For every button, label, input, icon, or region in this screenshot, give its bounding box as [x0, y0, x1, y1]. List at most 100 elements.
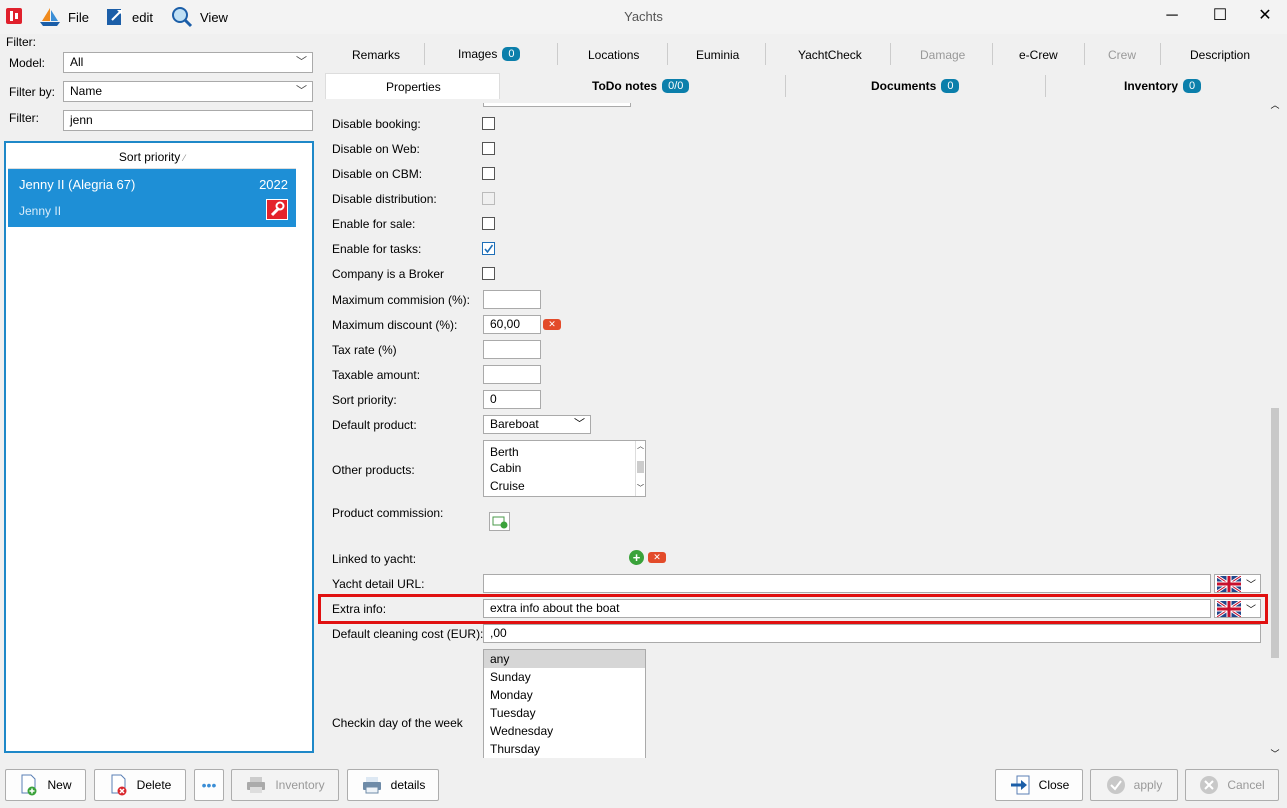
form-scrollbar[interactable]: ︿ ﹀ [1268, 98, 1282, 760]
scroll-thumb[interactable] [1271, 408, 1279, 658]
inventory-badge: 0 [1183, 79, 1202, 93]
disable-booking-checkbox[interactable] [482, 117, 495, 130]
tab-todo-label: ToDo notes [592, 79, 658, 93]
max-commission-label: Maximum commision (%): [332, 293, 471, 307]
model-label: Model: [9, 56, 46, 70]
disable-cbm-checkbox[interactable] [482, 167, 495, 180]
close-button-label: Close [1038, 778, 1070, 792]
detail-url-input[interactable] [483, 574, 1211, 593]
default-product-value: Bareboat [490, 417, 539, 431]
clear-link-icon[interactable]: ✕ [648, 552, 666, 563]
yacht-name: Jenny II (Alegria 67) [19, 177, 136, 192]
delete-document-icon [111, 774, 127, 796]
filter-label: Filter: [9, 111, 39, 125]
tab-documents[interactable]: Documents 0 [871, 76, 960, 96]
new-button[interactable]: New [5, 769, 86, 801]
cleaning-cost-label: Default cleaning cost (EUR): [332, 627, 484, 641]
close-button[interactable]: Close [995, 769, 1083, 801]
wrench-icon[interactable] [266, 199, 288, 220]
tab-properties[interactable]: Properties [386, 77, 441, 97]
new-button-label: New [47, 778, 72, 792]
more-options-button[interactable]: ••• [194, 769, 224, 801]
enable-sale-checkbox[interactable] [482, 217, 495, 230]
company-broker-checkbox[interactable] [482, 267, 495, 280]
tab-separator [1160, 43, 1161, 65]
list-item[interactable]: Thursday [484, 740, 645, 758]
tab-separator [557, 43, 558, 65]
add-commission-icon[interactable] [489, 512, 510, 531]
max-discount-input[interactable]: 60,00 [483, 315, 541, 334]
language-select-url[interactable]: ﹀ [1214, 574, 1261, 593]
sort-arrow-icon: ⁄ [183, 153, 186, 163]
model-select-value: All [70, 55, 84, 69]
delete-button[interactable]: Delete [94, 769, 186, 801]
list-item[interactable]: Wednesday [484, 722, 645, 740]
yacht-year: 2022 [259, 177, 288, 192]
tab-description[interactable]: Description [1190, 45, 1250, 65]
model-select[interactable]: All ﹀ [63, 52, 313, 73]
clear-icon[interactable]: ✕ [543, 319, 561, 330]
tab-remarks[interactable]: Remarks [352, 45, 400, 65]
cleaning-cost-input[interactable]: ,00 [483, 624, 1261, 643]
apply-button: apply [1090, 769, 1178, 801]
list-item[interactable]: Tuesday [484, 704, 645, 722]
details-button[interactable]: details [347, 769, 439, 801]
disable-web-checkbox[interactable] [482, 142, 495, 155]
title-bar: File edit View Yachts ─ ☐ ✕ [0, 0, 1287, 34]
maximize-icon[interactable]: ☐ [1200, 4, 1240, 28]
partial-field-top[interactable] [483, 103, 631, 107]
list-item[interactable]: Sunday [484, 668, 645, 686]
tab-e-crew[interactable]: e-Crew [1019, 45, 1058, 65]
tab-locations[interactable]: Locations [588, 45, 639, 65]
default-product-select[interactable]: Bareboat ﹀ [483, 415, 591, 434]
list-item[interactable]: Berth [484, 441, 645, 459]
sort-priority-input[interactable]: 0 [483, 390, 541, 409]
properties-form: Disable booking: Disable on Web: Disable… [322, 103, 1270, 758]
enable-tasks-checkbox[interactable] [482, 242, 495, 255]
chevron-down-icon: ﹀ [1246, 580, 1256, 591]
tab-separator [765, 43, 766, 65]
scroll-up-icon[interactable]: ︿ [1268, 98, 1282, 111]
tab-crew: Crew [1108, 48, 1137, 62]
list-item[interactable]: Monday [484, 686, 645, 704]
yacht-list: Sort priority ⁄ Jenny II (Alegria 67) 20… [4, 141, 314, 753]
cancel-button: Cancel [1185, 769, 1279, 801]
taxable-amount-input[interactable] [483, 365, 541, 384]
tab-euminia[interactable]: Euminia [696, 45, 739, 65]
tab-images[interactable]: Images 0 [458, 44, 521, 64]
tab-inventory[interactable]: Inventory 0 [1124, 76, 1202, 96]
tax-rate-input[interactable] [483, 340, 541, 359]
tab-separator [785, 75, 786, 97]
tax-rate-label: Tax rate (%) [332, 343, 397, 357]
scroll-down-icon[interactable]: ﹀ [1268, 747, 1282, 760]
tab-damage: Damage [920, 48, 966, 62]
inventory-button-label: Inventory [275, 778, 325, 792]
printer-icon [247, 777, 266, 793]
max-commission-input[interactable] [483, 290, 541, 309]
inventory-button: Inventory [231, 769, 339, 801]
list-scrollbar[interactable]: ︿ ﹀ [635, 441, 645, 496]
minimize-icon[interactable]: ─ [1152, 4, 1192, 28]
company-broker-label: Company is a Broker [332, 267, 445, 281]
list-item[interactable]: Cabin [484, 459, 645, 477]
disable-distribution-checkbox [482, 192, 495, 205]
tab-images-label: Images [458, 47, 498, 61]
sort-priority-field-label: Sort priority: [332, 393, 397, 407]
tab-yachtcheck[interactable]: YachtCheck [798, 45, 862, 65]
tab-todo-notes[interactable]: ToDo notes 0/0 [592, 76, 690, 96]
list-item[interactable]: Cruise [484, 477, 645, 495]
filter-input[interactable]: jenn [63, 110, 313, 131]
sort-priority-header[interactable]: Sort priority ⁄ [8, 145, 296, 169]
add-link-icon[interactable]: + [629, 550, 644, 565]
close-window-icon[interactable]: ✕ [1245, 4, 1285, 28]
list-item[interactable]: any [484, 650, 645, 668]
documents-badge: 0 [941, 79, 960, 93]
other-products-list[interactable]: Berth Cabin Cruise ︿ ﹀ [483, 440, 646, 497]
disable-booking-label: Disable booking: [332, 117, 421, 131]
chevron-down-icon: ﹀ [296, 85, 307, 97]
list-item[interactable]: Jenny II (Alegria 67) 2022 Jenny II [8, 169, 296, 227]
new-document-icon [21, 774, 37, 796]
filter-by-select-value: Name [70, 84, 103, 98]
checkin-day-list[interactable]: any Sunday Monday Tuesday Wednesday Thur… [483, 649, 646, 758]
filter-by-select[interactable]: Name ﹀ [63, 81, 313, 102]
